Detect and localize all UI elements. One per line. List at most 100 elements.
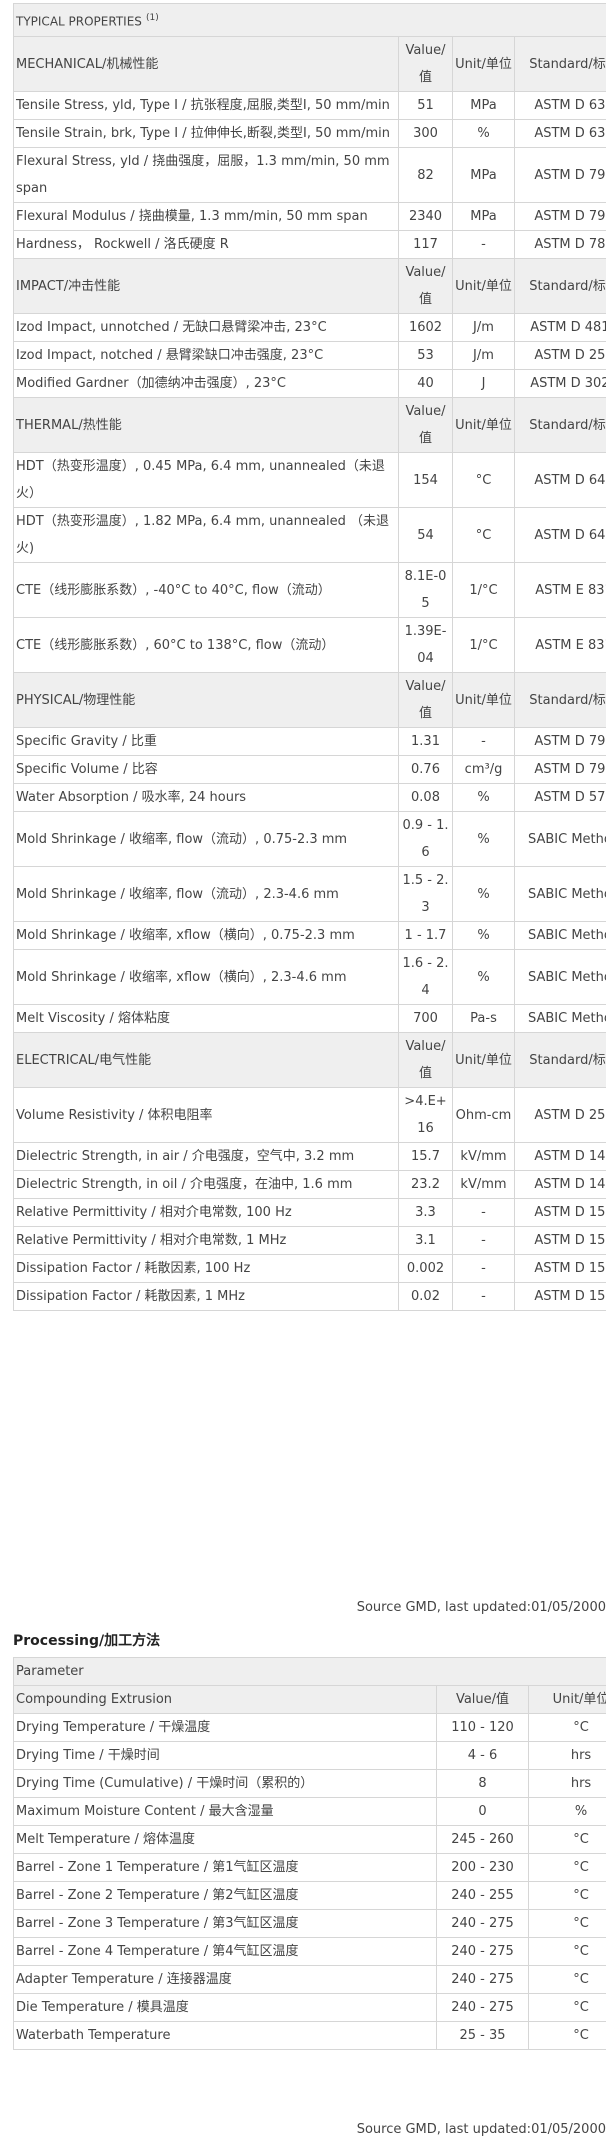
processing-parameter-row: Parameter xyxy=(12,1657,606,1686)
property-unit: kV/mm xyxy=(452,1142,515,1171)
property-label: Mold Shrinkage / 收缩率, flow（流动）, 0.75-2.3… xyxy=(13,811,399,867)
property-label: Specific Gravity / 比重 xyxy=(13,727,399,756)
property-value: 0.002 xyxy=(398,1254,453,1283)
property-standard: ASTM D 638 xyxy=(513,119,606,148)
processing-label: Melt Temperature / 熔体温度 xyxy=(13,1825,437,1854)
processing-row: Maximum Moisture Content / 最大含湿量 0% xyxy=(13,1797,606,1826)
property-value: 1 - 1.7 xyxy=(398,921,453,950)
processing-row: Waterbath Temperature 25 - 35 °C xyxy=(13,2021,606,2050)
property-standard: SABIC Method xyxy=(513,811,606,867)
property-value: 54 xyxy=(398,507,453,563)
property-row: Mold Shrinkage / 收缩率, xflow（横向）, 2.3-4.6… xyxy=(13,949,606,1005)
property-label: Dissipation Factor / 耗散因素, 1 MHz xyxy=(13,1282,399,1311)
section-name: ELECTRICAL/电气性能 xyxy=(13,1032,399,1088)
property-standard: ASTM D 790 xyxy=(513,147,606,203)
processing-label: Barrel - Zone 2 Temperature / 第2气缸区温度 xyxy=(13,1881,437,1910)
property-label: Volume Resistivity / 体积电阻率 xyxy=(13,1087,399,1143)
processing-unit: °C xyxy=(527,1993,606,2022)
property-row: CTE（线形膨胀系数）, 60°C to 138°C, flow（流动） 1.39… xyxy=(13,617,606,673)
property-row: Izod Impact, unnotched / 无缺口悬臂梁冲击, 23°C 1… xyxy=(13,313,606,342)
property-label: Izod Impact, notched / 悬臂梁缺口冲击强度, 23°C xyxy=(13,341,399,370)
property-value: 8.1E-05 xyxy=(398,562,453,618)
property-unit: 1/°C xyxy=(452,562,515,618)
property-row: Dissipation Factor / 耗散因素, 100 Hz 0.002- A… xyxy=(13,1254,606,1283)
property-value: 2340 xyxy=(398,202,453,231)
property-standard: ASTM D 150 xyxy=(513,1254,606,1283)
processing-label: Barrel - Zone 1 Temperature / 第1气缸区温度 xyxy=(13,1853,437,1882)
processing-row: Melt Temperature / 熔体温度 245 - 260 °C xyxy=(13,1825,606,1854)
processing-unit: °C xyxy=(527,1853,606,1882)
property-row: Izod Impact, notched / 悬臂梁缺口冲击强度, 23°C 53… xyxy=(13,341,606,370)
column-header-value: Value/值 xyxy=(398,1032,453,1088)
property-standard: ASTM D 150 xyxy=(513,1198,606,1227)
section-header-row: MECHANICAL/机械性能Value/值Unit/单位Standard/标准 xyxy=(13,36,606,92)
processing-value: 240 - 275 xyxy=(436,1993,529,2022)
typical-properties-table: TYPICAL PROPERTIES (1) MECHANICAL/机械性能 Val… xyxy=(12,3,606,1311)
property-label: Flexural Stress, yld / 挠曲强度，屈服，1.3 mm/mi… xyxy=(13,147,399,203)
processing-label: Die Temperature / 模具温度 xyxy=(13,1993,437,2022)
processing-section-header-row: Compounding Extrusion Value/值 Unit/单位 xyxy=(13,1685,606,1714)
section-header-row: IMPACT/冲击性能Value/值Unit/单位Standard/标准 xyxy=(13,258,606,314)
property-row: Dielectric Strength, in oil / 介电强度，在油中, … xyxy=(13,1170,606,1199)
property-standard: ASTM D 792 xyxy=(513,727,606,756)
property-value: >4.E+16 xyxy=(398,1087,453,1143)
column-header-standard: Standard/标准 xyxy=(513,258,606,314)
property-value: 51 xyxy=(398,91,453,120)
property-unit: MPa xyxy=(452,202,515,231)
column-header-unit: Unit/单位 xyxy=(452,36,515,92)
processing-value: 4 - 6 xyxy=(436,1741,529,1770)
property-value: 40 xyxy=(398,369,453,398)
property-label: Dissipation Factor / 耗散因素, 100 Hz xyxy=(13,1254,399,1283)
section-name: PHYSICAL/物理性能 xyxy=(13,672,399,728)
property-unit: % xyxy=(452,921,515,950)
property-standard: ASTM D 150 xyxy=(513,1282,606,1311)
property-standard: SABIC Method xyxy=(513,866,606,922)
property-row: Water Absorption / 吸水率, 24 hours 0.08% AST… xyxy=(13,783,606,812)
property-value: 0.76 xyxy=(398,755,453,784)
property-row: Modified Gardner（加德纳冲击强度）, 23°C 40 J ASTM D… xyxy=(13,369,606,398)
property-standard: ASTM E 831 xyxy=(513,617,606,673)
property-row: CTE（线形膨胀系数）, -40°C to 40°C, flow（流动） 8.1E… xyxy=(13,562,606,618)
property-unit: J xyxy=(452,369,515,398)
property-standard: ASTM D 257 xyxy=(513,1087,606,1143)
processing-heading: Processing/加工方法 xyxy=(13,1633,161,1649)
processing-unit: % xyxy=(527,1797,606,1826)
processing-unit: °C xyxy=(527,1713,606,1742)
property-standard: ASTM D 150 xyxy=(513,1226,606,1255)
property-row: Mold Shrinkage / 收缩率, flow（流动）, 0.75-2.3… xyxy=(13,811,606,867)
processing-unit: °C xyxy=(527,2021,606,2050)
property-row: Relative Permittivity / 相对介电常数, 100 Hz 3.… xyxy=(13,1198,606,1227)
section-name: MECHANICAL/机械性能 xyxy=(13,36,399,92)
column-header-standard: Standard/标准 xyxy=(513,672,606,728)
processing-value: 110 - 120 xyxy=(436,1713,529,1742)
property-standard: ASTM D 256 xyxy=(513,341,606,370)
property-label: Melt Viscosity / 熔体粘度 xyxy=(13,1004,399,1033)
column-header-unit: Unit/单位 xyxy=(452,672,515,728)
column-header-value: Value/值 xyxy=(398,672,453,728)
processing-unit: hrs xyxy=(527,1769,606,1798)
processing-value: 0 xyxy=(436,1797,529,1826)
property-unit: - xyxy=(452,230,515,259)
property-standard: ASTM D 648 xyxy=(513,452,606,508)
property-row: Tensile Strain, brk, Type I / 拉伸伸长,断裂,类型… xyxy=(13,119,606,148)
properties-title-text: TYPICAL PROPERTIES xyxy=(16,14,142,29)
column-header-value: Value/值 xyxy=(398,36,453,92)
property-value: 3.3 xyxy=(398,1198,453,1227)
property-unit: °C xyxy=(452,452,515,508)
processing-table: Parameter Compounding Extrusion Value/值 Uni… xyxy=(12,1657,606,2050)
processing-unit: °C xyxy=(527,1825,606,1854)
property-label: Izod Impact, unnotched / 无缺口悬臂梁冲击, 23°C xyxy=(13,313,399,342)
property-value: 3.1 xyxy=(398,1226,453,1255)
property-row: Tensile Stress, yld, Type I / 抗张程度,屈服,类型… xyxy=(13,91,606,120)
processing-label: Drying Time / 干燥时间 xyxy=(13,1741,437,1770)
property-standard: ASTM D 3029 xyxy=(513,369,606,398)
column-header-value: Value/值 xyxy=(436,1685,529,1714)
property-standard: ASTM D 149 xyxy=(513,1170,606,1199)
section-header-row: PHYSICAL/物理性能Value/值Unit/单位Standard/标准 xyxy=(13,672,606,728)
column-header-unit: Unit/单位 xyxy=(452,397,515,453)
processing-label: Barrel - Zone 4 Temperature / 第4气缸区温度 xyxy=(13,1937,437,1966)
property-standard: ASTM D 638 xyxy=(513,91,606,120)
property-standard: SABIC Method xyxy=(513,921,606,950)
property-value: 0.08 xyxy=(398,783,453,812)
properties-title-footnote: (1) xyxy=(146,12,159,23)
